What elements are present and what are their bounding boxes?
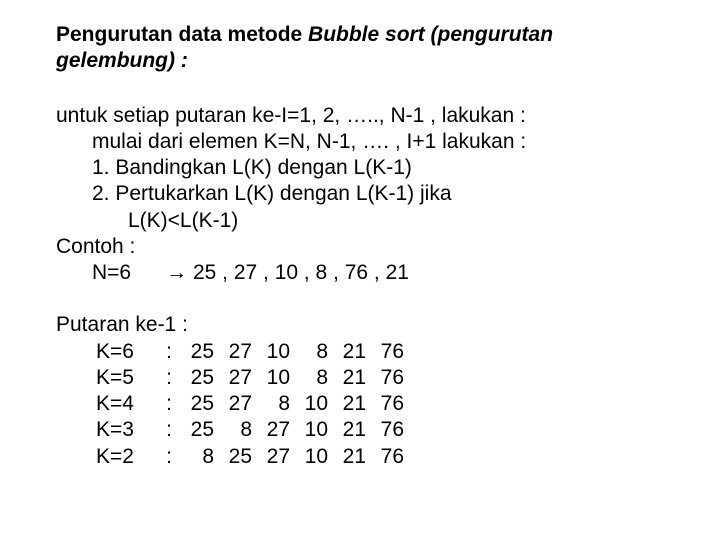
k-cell: K=6	[92, 339, 162, 365]
example-n: N=6	[92, 261, 131, 284]
val-cell: 27	[218, 339, 256, 365]
colon: :	[162, 365, 180, 391]
val-cell: 25	[180, 365, 218, 391]
title-plain: Pengurutan data metode	[56, 23, 308, 46]
val-cell: 10	[294, 417, 332, 443]
algo-line: mulai dari elemen K=N, N-1, …. , I+1 lak…	[56, 129, 664, 155]
k-cell: K=4	[92, 391, 162, 417]
k-cell: K=2	[92, 444, 162, 470]
algo-line: Contoh :	[56, 234, 664, 260]
val-cell: 76	[370, 444, 408, 470]
val-cell: 21	[332, 339, 370, 365]
val-cell: 21	[332, 444, 370, 470]
val-cell: 25	[218, 444, 256, 470]
val-cell: 21	[332, 391, 370, 417]
val-cell: 76	[370, 391, 408, 417]
val-cell: 8	[218, 417, 256, 443]
val-cell: 25	[180, 417, 218, 443]
val-cell: 27	[218, 391, 256, 417]
table-row: K=5 : 25 27 10 8 21 76	[92, 365, 408, 391]
val-cell: 76	[370, 365, 408, 391]
example-values: 25 , 27 , 10 , 8 , 76 , 21	[193, 261, 409, 284]
table-row: K=2 : 8 25 27 10 21 76	[92, 444, 408, 470]
colon: :	[162, 417, 180, 443]
trace-table: K=6 : 25 27 10 8 21 76 K=5 : 25 27 10 8 …	[92, 339, 408, 470]
val-cell: 10	[256, 365, 294, 391]
val-cell: 10	[294, 444, 332, 470]
colon: :	[162, 444, 180, 470]
val-cell: 27	[256, 417, 294, 443]
page-title: Pengurutan data metode Bubble sort (peng…	[56, 22, 664, 75]
k-cell: K=5	[92, 365, 162, 391]
val-cell: 27	[256, 444, 294, 470]
table-row: K=6 : 25 27 10 8 21 76	[92, 339, 408, 365]
val-cell: 8	[180, 444, 218, 470]
arrow-icon: →	[166, 261, 187, 284]
val-cell: 25	[180, 339, 218, 365]
slide: Pengurutan data metode Bubble sort (peng…	[0, 0, 720, 470]
algo-line: 2. Pertukarkan L(K) dengan L(K-1) jika	[56, 181, 664, 207]
algo-line: 1. Bandingkan L(K) dengan L(K-1)	[56, 155, 664, 181]
trace-body: K=6 : 25 27 10 8 21 76 K=5 : 25 27 10 8 …	[92, 339, 408, 470]
algo-line: untuk setiap putaran ke-I=1, 2, ….., N-1…	[56, 103, 664, 129]
algo-line: L(K)<L(K-1)	[56, 208, 664, 234]
example-line: N=6 → 25 , 27 , 10 , 8 , 76 , 21	[56, 260, 664, 286]
val-cell: 8	[294, 339, 332, 365]
round-label: Putaran ke-1 :	[56, 312, 664, 338]
table-row: K=4 : 25 27 8 10 21 76	[92, 391, 408, 417]
algorithm-block: untuk setiap putaran ke-I=1, 2, ….., N-1…	[56, 103, 664, 287]
val-cell: 8	[294, 365, 332, 391]
val-cell: 76	[370, 417, 408, 443]
k-cell: K=3	[92, 417, 162, 443]
val-cell: 8	[256, 391, 294, 417]
val-cell: 21	[332, 417, 370, 443]
table-row: K=3 : 25 8 27 10 21 76	[92, 417, 408, 443]
colon: :	[162, 339, 180, 365]
val-cell: 25	[180, 391, 218, 417]
val-cell: 10	[294, 391, 332, 417]
val-cell: 10	[256, 339, 294, 365]
val-cell: 27	[218, 365, 256, 391]
val-cell: 21	[332, 365, 370, 391]
colon: :	[162, 391, 180, 417]
val-cell: 76	[370, 339, 408, 365]
